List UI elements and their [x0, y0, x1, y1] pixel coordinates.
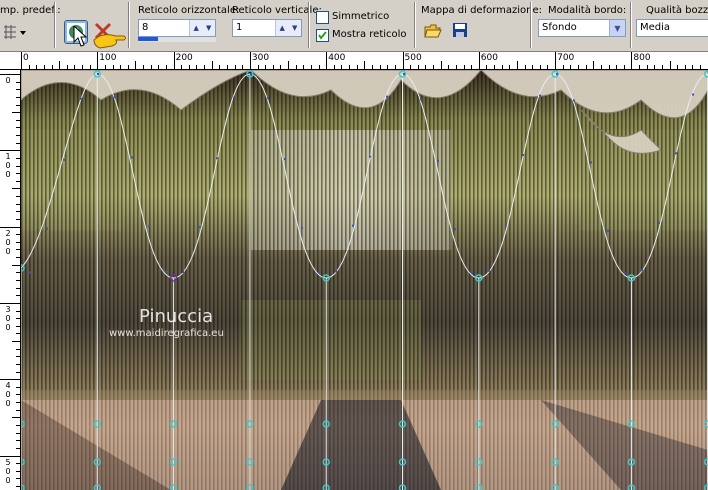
ruler-label: 300 [5, 304, 11, 332]
grid-tangent-handle[interactable] [233, 96, 235, 99]
grid-tangent-handle[interactable] [522, 153, 524, 156]
horizontal-ruler: 0 100 200 300 400 500 600 700 800 [0, 52, 708, 70]
canvas-svg [21, 70, 708, 490]
grid-preset-icon [4, 25, 26, 39]
edge-mode-label: Modalità bordo: [548, 5, 627, 16]
ruler-label: 100 [99, 53, 117, 63]
ruler-label: 100 [5, 152, 11, 180]
ruler-label: 600 [480, 53, 498, 63]
grid-tangent-handle[interactable] [369, 155, 371, 158]
grid-tangent-handle[interactable] [352, 224, 354, 227]
grid-tangent-handle[interactable] [675, 152, 677, 155]
watermark-url: www.maidiregrafica.eu [109, 328, 224, 339]
image-canvas[interactable]: Pinuccia www.maidiregrafica.eu [21, 70, 708, 490]
grid-tangent-handle[interactable] [148, 225, 150, 228]
vertical-grid-spinner[interactable]: 1 ▲ ▼ [232, 19, 302, 37]
spin-down-icon[interactable]: ▼ [203, 20, 216, 36]
displacement-map-label: Mappa di deformazione: [421, 5, 543, 16]
grid-tangent-handle[interactable] [624, 272, 626, 275]
grid-tangent-handle[interactable] [641, 269, 643, 272]
ruler-label: 400 [328, 53, 346, 63]
grid-tangent-handle[interactable] [658, 221, 660, 224]
vertical-grid-value: 1 [236, 22, 243, 33]
open-map-button[interactable] [424, 22, 442, 40]
grid-tangent-handle[interactable] [29, 271, 31, 274]
grid-tangent-handle[interactable] [46, 227, 48, 230]
grid-tangent-handle[interactable] [335, 270, 337, 273]
grid-tangent-handle[interactable] [607, 229, 609, 232]
grid-tangent-handle[interactable] [301, 226, 303, 229]
grid-tangent-handle[interactable] [437, 159, 439, 162]
grid-tangent-handle[interactable] [165, 270, 167, 273]
save-disk-icon [453, 23, 467, 37]
symmetric-checkbox[interactable] [316, 11, 329, 24]
ruler-label: 400 [5, 381, 11, 409]
grid-tangent-handle[interactable] [131, 156, 133, 159]
grid-tangent-handle[interactable] [216, 157, 218, 160]
ruler-label: 500 [5, 457, 11, 485]
horizontal-grid-slider-fill [138, 37, 158, 41]
grid-tangent-handle[interactable] [403, 73, 405, 76]
preset-dropdown[interactable] [2, 23, 28, 41]
grid-tangent-handle[interactable] [318, 271, 320, 274]
grid-tangent-handle[interactable] [590, 161, 592, 164]
ruler-label: 800 [633, 53, 651, 63]
ruler-label: 200 [175, 53, 193, 63]
ruler-label: 700 [557, 53, 575, 63]
grid-tangent-handle[interactable] [386, 95, 388, 98]
symmetric-label: Simmetrico [332, 11, 390, 22]
grid-tangent-handle[interactable] [692, 93, 694, 96]
edge-mode-select[interactable]: Sfondo ▼ [538, 19, 626, 37]
spin-up-icon[interactable]: ▲ [190, 20, 203, 36]
vertical-ruler: 0 100 200 300 400 500 [0, 70, 21, 490]
show-grid-label: Mostra reticolo [332, 29, 407, 40]
grid-tangent-handle[interactable] [471, 271, 473, 274]
grid-tangent-handle[interactable] [267, 97, 269, 100]
grid-tangent-handle[interactable] [114, 96, 116, 99]
grid-tangent-handle[interactable] [284, 158, 286, 161]
edge-mode-value: Sfondo [542, 22, 577, 33]
draft-quality-value: Media [640, 22, 671, 33]
watermark-title: Pinuccia [139, 306, 214, 327]
ruler-label: 0 [23, 53, 29, 63]
draft-quality-select[interactable]: Media [636, 19, 708, 37]
horizontal-grid-slider[interactable] [138, 37, 216, 42]
folder-open-icon [424, 24, 442, 38]
spin-down-icon[interactable]: ▼ [289, 20, 302, 36]
pointer-hand-icon [73, 26, 126, 49]
warp-toolbar: mp. predef.: ✓ Reticolo orizzontale: 8 ▲… [0, 0, 708, 52]
grid-tangent-handle[interactable] [97, 73, 99, 76]
grid-tangent-handle[interactable] [63, 158, 65, 161]
horizontal-grid-label: Reticolo orizzontale: [138, 5, 240, 16]
grid-tangent-handle[interactable] [182, 270, 184, 273]
show-grid-checkbox[interactable] [316, 29, 329, 42]
horizontal-grid-value: 8 [142, 22, 149, 33]
spin-up-icon[interactable]: ▲ [276, 20, 289, 36]
grid-tangent-handle[interactable] [80, 97, 82, 100]
ruler-label: 200 [5, 228, 11, 256]
draft-quality-label: Qualità bozza: [646, 5, 708, 16]
grid-tangent-handle[interactable] [539, 94, 541, 97]
ruler-label: 0 [5, 76, 11, 85]
preset-label: mp. predef.: [0, 5, 61, 16]
grid-tangent-handle[interactable] [556, 73, 558, 76]
grid-tangent-handle[interactable] [454, 228, 456, 231]
grid-tangent-handle[interactable] [199, 226, 201, 229]
ruler-label: 500 [404, 53, 422, 63]
grid-tangent-handle[interactable] [488, 269, 490, 272]
horizontal-grid-spinner[interactable]: 8 ▲ ▼ [138, 19, 216, 37]
ruler-label: 300 [251, 53, 270, 63]
grid-tangent-handle[interactable] [505, 223, 507, 226]
grid-tangent-handle[interactable] [573, 99, 575, 102]
save-map-button[interactable] [452, 22, 468, 40]
grid-tangent-handle[interactable] [420, 98, 422, 101]
grid-tangent-handle[interactable] [250, 73, 252, 76]
chevron-down-icon: ▼ [609, 20, 625, 36]
